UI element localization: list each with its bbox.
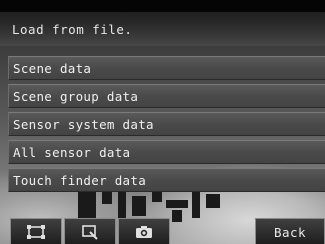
camera-icon: [136, 225, 152, 238]
back-button[interactable]: Back: [255, 218, 325, 244]
menu-item-touch-finder-data[interactable]: Touch finder data: [8, 168, 325, 192]
menu-item-label: Sensor system data: [13, 117, 154, 132]
menu-item-sensor-system-data[interactable]: Sensor system data: [8, 112, 325, 136]
camera-button[interactable]: [118, 218, 170, 244]
menu-item-scene-data[interactable]: Scene data: [8, 56, 325, 80]
menu-item-scene-group-data[interactable]: Scene group data: [8, 84, 325, 108]
top-band: [0, 0, 325, 12]
page-title: Load from file.: [12, 22, 133, 37]
menu-item-label: Touch finder data: [13, 173, 147, 188]
zoom-area-icon: [82, 224, 98, 240]
screen: Load from file. Scene data Scene group d…: [0, 0, 325, 244]
menu-item-all-sensor-data[interactable]: All sensor data: [8, 140, 325, 164]
frame-button[interactable]: [10, 218, 62, 244]
load-menu: Scene data Scene group data Sensor syste…: [8, 56, 325, 196]
zoom-area-button[interactable]: [64, 218, 116, 244]
menu-item-label: All sensor data: [13, 145, 131, 160]
back-button-label: Back: [273, 225, 307, 240]
menu-item-label: Scene group data: [13, 89, 139, 104]
frame-icon: [27, 224, 45, 239]
menu-item-label: Scene data: [13, 61, 92, 76]
